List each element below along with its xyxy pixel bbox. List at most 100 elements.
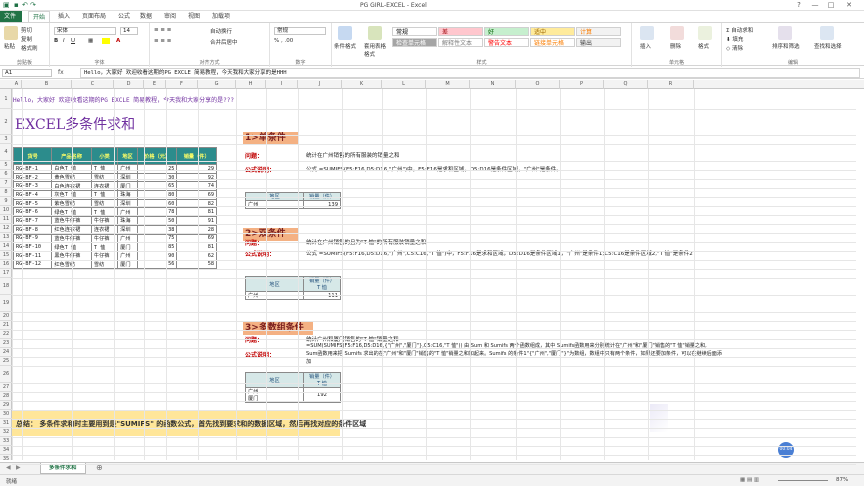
column-header-Q[interactable]: Q <box>604 80 648 89</box>
table-cell[interactable]: 广州 <box>117 250 138 261</box>
merge-center-button[interactable]: 合并后居中 <box>210 38 238 46</box>
row-header-17[interactable]: 17 <box>0 269 12 278</box>
row-header-20[interactable]: 20 <box>0 312 12 321</box>
row-header-13[interactable]: 13 <box>0 233 12 242</box>
row-header-16[interactable]: 16 <box>0 260 12 269</box>
italic-button[interactable]: I <box>63 38 65 44</box>
column-header-J[interactable]: J <box>298 80 342 89</box>
cell-style-7[interactable]: 警告文本 <box>484 38 529 47</box>
column-header-M[interactable]: M <box>426 80 470 89</box>
tab-addins[interactable]: 加载项 <box>208 11 234 22</box>
column-header-A[interactable]: A <box>12 80 22 89</box>
column-header-K[interactable]: K <box>342 80 382 89</box>
format-cells-icon[interactable] <box>698 26 712 40</box>
wrap-text-button[interactable]: 自动换行 <box>210 27 232 35</box>
help-button[interactable]: ? <box>792 1 806 10</box>
sort-filter-icon[interactable] <box>778 26 792 40</box>
row-header-21[interactable]: 21 <box>0 321 12 330</box>
bold-button[interactable]: B <box>54 38 58 44</box>
column-header-P[interactable]: P <box>560 80 604 89</box>
row-header-11[interactable]: 11 <box>0 215 12 224</box>
paste-icon[interactable] <box>4 26 18 40</box>
row-header-18[interactable]: 18 <box>0 278 12 295</box>
conditional-format-button[interactable]: 条件格式 <box>334 42 356 50</box>
row-header-14[interactable]: 14 <box>0 242 12 251</box>
cell-style-6[interactable]: 解释性文本 <box>438 38 483 47</box>
row-header-8[interactable]: 8 <box>0 188 12 197</box>
row-header-25[interactable]: 25 <box>0 357 12 366</box>
cell-style-4[interactable]: 计算 <box>576 27 621 36</box>
percent-icon[interactable]: % , .00 <box>274 38 293 44</box>
tab-view[interactable]: 视图 <box>184 11 204 22</box>
tab-home[interactable]: 开始 <box>28 11 51 22</box>
row-header-12[interactable]: 12 <box>0 224 12 233</box>
tab-prev-icon[interactable]: ◀ <box>6 464 11 471</box>
cut-button[interactable]: 剪切 <box>21 26 32 34</box>
zoom-level[interactable]: 87% <box>836 477 848 483</box>
tab-insert[interactable]: 插入 <box>54 11 74 22</box>
row-header-19[interactable]: 19 <box>0 295 12 312</box>
name-box[interactable]: A1 <box>2 69 52 77</box>
table-cell[interactable]: RG-BF-12 <box>12 259 53 270</box>
tab-file[interactable]: 文件 <box>0 11 22 22</box>
font-color-icon[interactable]: A <box>116 38 120 44</box>
column-header-L[interactable]: L <box>382 80 426 89</box>
table-cell[interactable]: 广州 <box>117 164 138 174</box>
fill-color-icon[interactable] <box>102 38 110 44</box>
cell-style-2[interactable]: 好 <box>484 27 529 36</box>
number-format-select[interactable]: 常规 <box>274 27 326 35</box>
table-cell[interactable]: 29 <box>176 164 217 174</box>
insert-cells-icon[interactable] <box>640 26 654 40</box>
row-header-29[interactable]: 29 <box>0 401 12 410</box>
delete-cells-button[interactable]: 删除 <box>670 42 681 50</box>
row-header-26[interactable]: 26 <box>0 366 12 383</box>
format-painter-button[interactable]: 格式刷 <box>21 44 38 52</box>
cell-style-0[interactable]: 常规 <box>392 27 437 36</box>
fill-button[interactable]: ⬇ 填充 <box>726 35 743 43</box>
row-header-1[interactable]: 1 <box>0 89 12 109</box>
cell-style-1[interactable]: 差 <box>438 27 483 36</box>
cell-style-5[interactable]: 检查单元格 <box>392 38 437 47</box>
row-header-5[interactable]: 5 <box>0 161 12 170</box>
cell-style-8[interactable]: 链接单元格 <box>530 38 575 47</box>
column-header-G[interactable]: G <box>198 80 236 89</box>
column-header-N[interactable]: N <box>470 80 516 89</box>
row-header-31[interactable]: 31 <box>0 419 12 428</box>
find-select-button[interactable]: 查找和选择 <box>814 42 842 50</box>
cell-style-3[interactable]: 适中 <box>530 27 575 36</box>
column-header-D[interactable]: D <box>114 80 144 89</box>
underline-button[interactable]: U <box>71 38 75 44</box>
column-header-R[interactable]: R <box>648 80 694 89</box>
clear-button[interactable]: ◇ 清除 <box>726 44 743 52</box>
tab-formulas[interactable]: 公式 <box>114 11 134 22</box>
row-header-32[interactable]: 32 <box>0 428 12 437</box>
row-header-30[interactable]: 30 <box>0 410 12 419</box>
align-left-icon[interactable]: ≡ ≡ ≡ <box>154 38 171 44</box>
copy-button[interactable]: 复制 <box>21 35 32 43</box>
paste-button[interactable]: 粘贴 <box>4 42 15 50</box>
column-header-O[interactable]: O <box>516 80 560 89</box>
view-normal-icon[interactable]: ▦ ▤ ▥ <box>740 477 759 483</box>
column-header-F[interactable]: F <box>166 80 198 89</box>
close-button[interactable]: ✕ <box>842 1 856 10</box>
table-cell[interactable]: 厦门 <box>117 259 138 270</box>
row-header-10[interactable]: 10 <box>0 206 12 215</box>
table-cell[interactable]: RG-BF-3 <box>12 181 53 192</box>
formula-input[interactable]: Hello，大家好 欢迎收看这期的PG EXCLE 简易教程，今天我和大家分享的… <box>80 68 860 78</box>
row-header-9[interactable]: 9 <box>0 197 12 206</box>
column-header-C[interactable]: C <box>72 80 114 89</box>
table-cell[interactable]: 62 <box>176 250 217 261</box>
table-cell[interactable]: 58 <box>176 259 217 270</box>
column-header-I[interactable]: I <box>266 80 298 89</box>
row-header-6[interactable]: 6 <box>0 170 12 179</box>
table-cell[interactable]: 74 <box>176 181 217 192</box>
row-header-22[interactable]: 22 <box>0 330 12 339</box>
redo-icon[interactable]: ↷ <box>30 1 36 9</box>
zoom-slider[interactable] <box>778 480 828 481</box>
column-header-E[interactable]: E <box>144 80 166 89</box>
row-header-15[interactable]: 15 <box>0 251 12 260</box>
column-header-H[interactable]: H <box>236 80 266 89</box>
delete-cells-icon[interactable] <box>670 26 684 40</box>
autosum-button[interactable]: Σ 自动求和 <box>726 26 753 34</box>
row-header-33[interactable]: 33 <box>0 437 12 446</box>
